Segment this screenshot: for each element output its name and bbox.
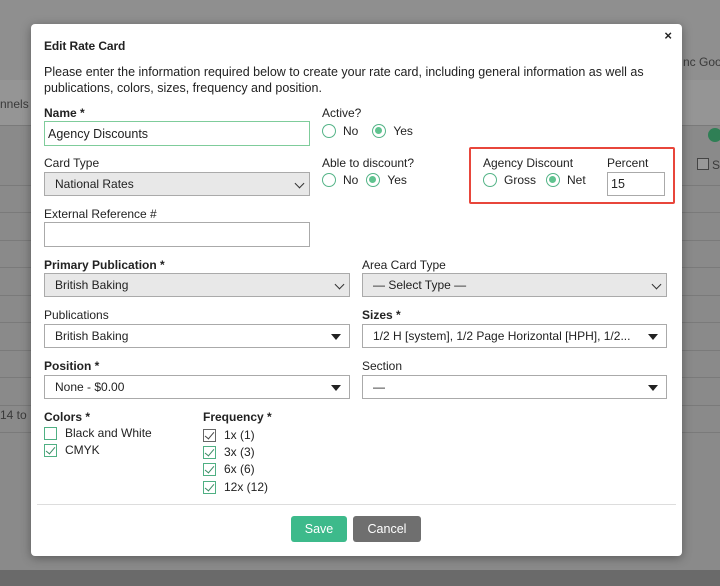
- frequency-option-label: 12x (12): [224, 480, 269, 494]
- checkbox-checked[interactable]: [44, 443, 57, 457]
- name-label: Name *: [44, 106, 85, 120]
- background-label: 14 to: [0, 408, 27, 422]
- percent-input[interactable]: [607, 172, 665, 196]
- publications-value: British Baking: [55, 329, 129, 343]
- active-no-radio[interactable]: [322, 124, 336, 138]
- agency-net-radio[interactable]: [546, 173, 561, 187]
- checkbox-unchecked[interactable]: [44, 426, 57, 440]
- external-reference-input[interactable]: [44, 222, 310, 247]
- percent-label: Percent: [607, 156, 649, 170]
- save-button[interactable]: Save: [291, 516, 347, 542]
- caret-down-icon: [648, 385, 658, 391]
- discount-no-label: No: [343, 173, 359, 187]
- frequency-option-label: 1x (1): [224, 428, 255, 442]
- external-reference-label: External Reference #: [44, 207, 157, 221]
- area-card-type-select[interactable]: — Select Type —: [362, 273, 667, 297]
- discount-no-radio[interactable]: [322, 173, 336, 187]
- chevron-down-icon: [294, 178, 305, 189]
- checkbox-checked[interactable]: [203, 445, 216, 459]
- discount-yes-radio[interactable]: [366, 173, 381, 187]
- caret-down-icon: [648, 334, 658, 340]
- position-select[interactable]: None - $0.00: [44, 375, 350, 399]
- cancel-button[interactable]: Cancel: [353, 516, 421, 542]
- checkbox-checked[interactable]: [203, 428, 216, 442]
- background-footer: [0, 570, 720, 586]
- card-type-select[interactable]: National Rates: [44, 172, 310, 196]
- area-card-type-value: — Select Type —: [373, 278, 467, 292]
- active-yes-radio[interactable]: [372, 124, 387, 138]
- caret-down-icon: [331, 385, 341, 391]
- agency-net-label: Net: [567, 173, 586, 187]
- agency-gross-radio[interactable]: [483, 173, 497, 187]
- section-select[interactable]: —: [362, 375, 667, 399]
- background-add-icon: [708, 128, 720, 142]
- active-no-label: No: [343, 124, 359, 138]
- position-label: Position *: [44, 359, 100, 373]
- name-input[interactable]: [44, 121, 310, 146]
- position-value: None - $0.00: [55, 380, 125, 394]
- frequency-option-12x[interactable]: 12x (12): [203, 480, 268, 494]
- close-button[interactable]: ×: [664, 28, 672, 44]
- background-label: SI: [712, 158, 720, 172]
- color-option-label: Black and White: [65, 426, 152, 440]
- checkbox-checked[interactable]: [203, 480, 216, 494]
- frequency-option-6x[interactable]: 6x (6): [203, 462, 255, 476]
- background-label: nc Goog: [683, 55, 720, 69]
- frequency-option-1x[interactable]: 1x (1): [203, 428, 255, 442]
- agency-gross-label: Gross: [504, 173, 537, 187]
- chevron-down-icon: [651, 279, 662, 290]
- checkbox-checked[interactable]: [203, 462, 216, 476]
- dialog-title: Edit Rate Card: [44, 39, 126, 53]
- able-to-discount-radio-group: No Yes: [322, 173, 407, 187]
- primary-publication-select[interactable]: British Baking: [44, 273, 350, 297]
- frequency-option-label: 3x (3): [224, 445, 255, 459]
- discount-yes-label: Yes: [387, 173, 407, 187]
- caret-down-icon: [331, 334, 341, 340]
- frequency-option-3x[interactable]: 3x (3): [203, 445, 255, 459]
- background-checkbox: [697, 158, 709, 170]
- chevron-down-icon: [334, 279, 345, 290]
- footer-divider: [37, 504, 676, 505]
- primary-publication-value: British Baking: [55, 278, 129, 292]
- color-option-black-and-white[interactable]: Black and White: [44, 426, 152, 440]
- publications-label: Publications: [44, 308, 109, 322]
- area-card-type-label: Area Card Type: [362, 258, 446, 272]
- card-type-value: National Rates: [55, 177, 134, 191]
- sizes-multiselect[interactable]: 1/2 H [system], 1/2 Page Horizontal [HPH…: [362, 324, 667, 348]
- sizes-value: 1/2 H [system], 1/2 Page Horizontal [HPH…: [373, 329, 631, 343]
- able-to-discount-label: Able to discount?: [322, 156, 415, 170]
- active-label: Active?: [322, 106, 362, 120]
- agency-discount-label: Agency Discount: [483, 156, 574, 170]
- close-icon: ×: [664, 28, 672, 43]
- active-yes-label: Yes: [393, 124, 413, 138]
- color-option-cmyk[interactable]: CMYK: [44, 443, 100, 457]
- primary-publication-label: Primary Publication *: [44, 258, 165, 272]
- frequency-label: Frequency *: [203, 410, 272, 424]
- agency-discount-radio-group: Gross Net: [483, 173, 586, 187]
- edit-rate-card-dialog: × Edit Rate Card Please enter the inform…: [31, 24, 682, 556]
- background-label: nnels: [0, 97, 29, 111]
- section-value: —: [373, 380, 385, 394]
- sizes-label: Sizes *: [362, 308, 401, 322]
- active-radio-group: No Yes: [322, 124, 413, 138]
- publications-multiselect[interactable]: British Baking: [44, 324, 350, 348]
- section-label: Section: [362, 359, 403, 373]
- color-option-label: CMYK: [65, 443, 100, 457]
- dialog-intro-text: Please enter the information required be…: [44, 65, 644, 95]
- frequency-option-label: 6x (6): [224, 462, 255, 476]
- colors-label: Colors *: [44, 410, 91, 424]
- card-type-label: Card Type: [44, 156, 100, 170]
